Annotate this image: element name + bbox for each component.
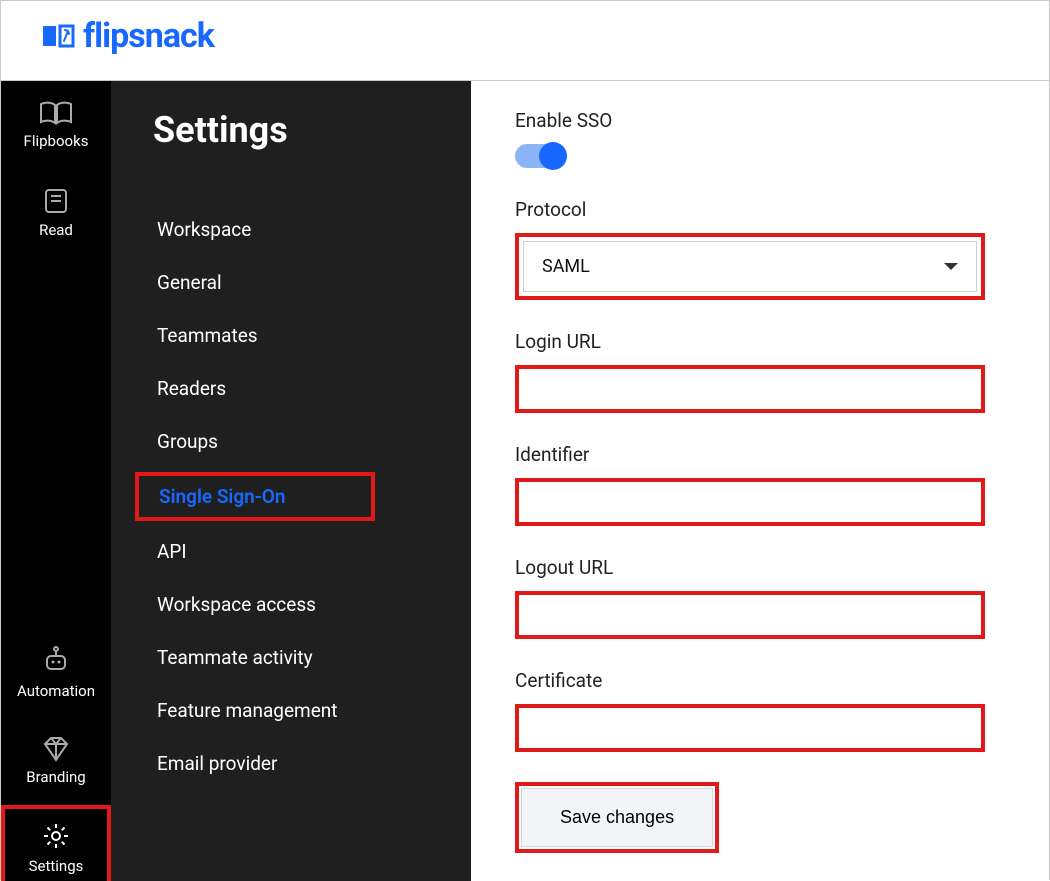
subnav-item-readers[interactable]: Readers (111, 362, 471, 415)
brand-logo[interactable]: flipsnack (41, 16, 214, 56)
rail-label: Read (39, 221, 73, 239)
subnav-item-teammate-activity[interactable]: Teammate activity (111, 631, 471, 684)
enable-sso-label: Enable SSO (515, 109, 1029, 132)
identifier-group: Identifier (515, 443, 1029, 526)
primary-rail: Flipbooks Read Automat (1, 81, 111, 881)
rail-item-settings[interactable]: Settings (1, 805, 111, 881)
subnav-item-label: Single Sign-On (135, 472, 375, 521)
subnav-item-teammates[interactable]: Teammates (111, 309, 471, 362)
subnav-item-email-provider[interactable]: Email provider (111, 737, 471, 790)
identifier-label: Identifier (515, 443, 1029, 466)
rail-item-automation[interactable]: Automation (1, 629, 111, 717)
gear-icon (41, 821, 71, 851)
certificate-input[interactable] (519, 708, 981, 748)
rail-label: Flipbooks (24, 132, 89, 150)
flipsnack-icon (41, 22, 75, 50)
save-button-highlight: Save changes (515, 782, 719, 853)
certificate-group: Certificate (515, 669, 1029, 752)
enable-sso-group: Enable SSO (515, 109, 1029, 168)
brand-name: flipsnack (83, 16, 214, 56)
login-url-input[interactable] (519, 369, 981, 409)
certificate-label: Certificate (515, 669, 1029, 692)
logout-url-input[interactable] (519, 595, 981, 635)
enable-sso-toggle[interactable] (515, 144, 565, 168)
subnav-item-feature-management[interactable]: Feature management (111, 684, 471, 737)
subnav-item-api[interactable]: API (111, 525, 471, 578)
rail-label: Automation (17, 682, 95, 700)
subnav-title: Settings (111, 103, 471, 203)
rail-item-read[interactable]: Read (1, 169, 111, 257)
robot-icon (41, 646, 71, 676)
logout-url-input-wrap (515, 591, 985, 639)
subnav-item-general[interactable]: General (111, 256, 471, 309)
settings-subnav: Settings Workspace General Teammates Rea… (111, 81, 471, 881)
subnav-item-groups[interactable]: Groups (111, 415, 471, 468)
login-url-group: Login URL (515, 330, 1029, 413)
save-changes-button[interactable]: Save changes (521, 788, 713, 847)
subnav-item-sso[interactable]: Single Sign-On (111, 468, 471, 525)
identifier-input-wrap (515, 478, 985, 526)
certificate-input-wrap (515, 704, 985, 752)
protocol-select[interactable]: SAML (515, 233, 985, 300)
book-open-icon (39, 100, 73, 126)
logout-url-label: Logout URL (515, 556, 1029, 579)
identifier-input[interactable] (519, 482, 981, 522)
subnav-item-workspace[interactable]: Workspace (111, 203, 471, 256)
subnav-item-workspace-access[interactable]: Workspace access (111, 578, 471, 631)
protocol-group: Protocol SAML (515, 198, 1029, 300)
rail-label: Branding (26, 768, 85, 786)
chevron-down-icon (944, 263, 958, 270)
rail-item-flipbooks[interactable]: Flipbooks (1, 81, 111, 169)
diamond-icon (41, 736, 71, 762)
sso-form: Enable SSO Protocol SAML Login URL Ident… (471, 81, 1049, 881)
app-header: flipsnack (1, 1, 1049, 81)
login-url-input-wrap (515, 365, 985, 413)
logout-url-group: Logout URL (515, 556, 1029, 639)
login-url-label: Login URL (515, 330, 1029, 353)
protocol-value: SAML (542, 256, 590, 277)
main-layout: Flipbooks Read Automat (1, 81, 1049, 881)
document-icon (42, 187, 70, 215)
rail-item-branding[interactable]: Branding (1, 717, 111, 805)
protocol-label: Protocol (515, 198, 1029, 221)
rail-label: Settings (29, 857, 84, 875)
